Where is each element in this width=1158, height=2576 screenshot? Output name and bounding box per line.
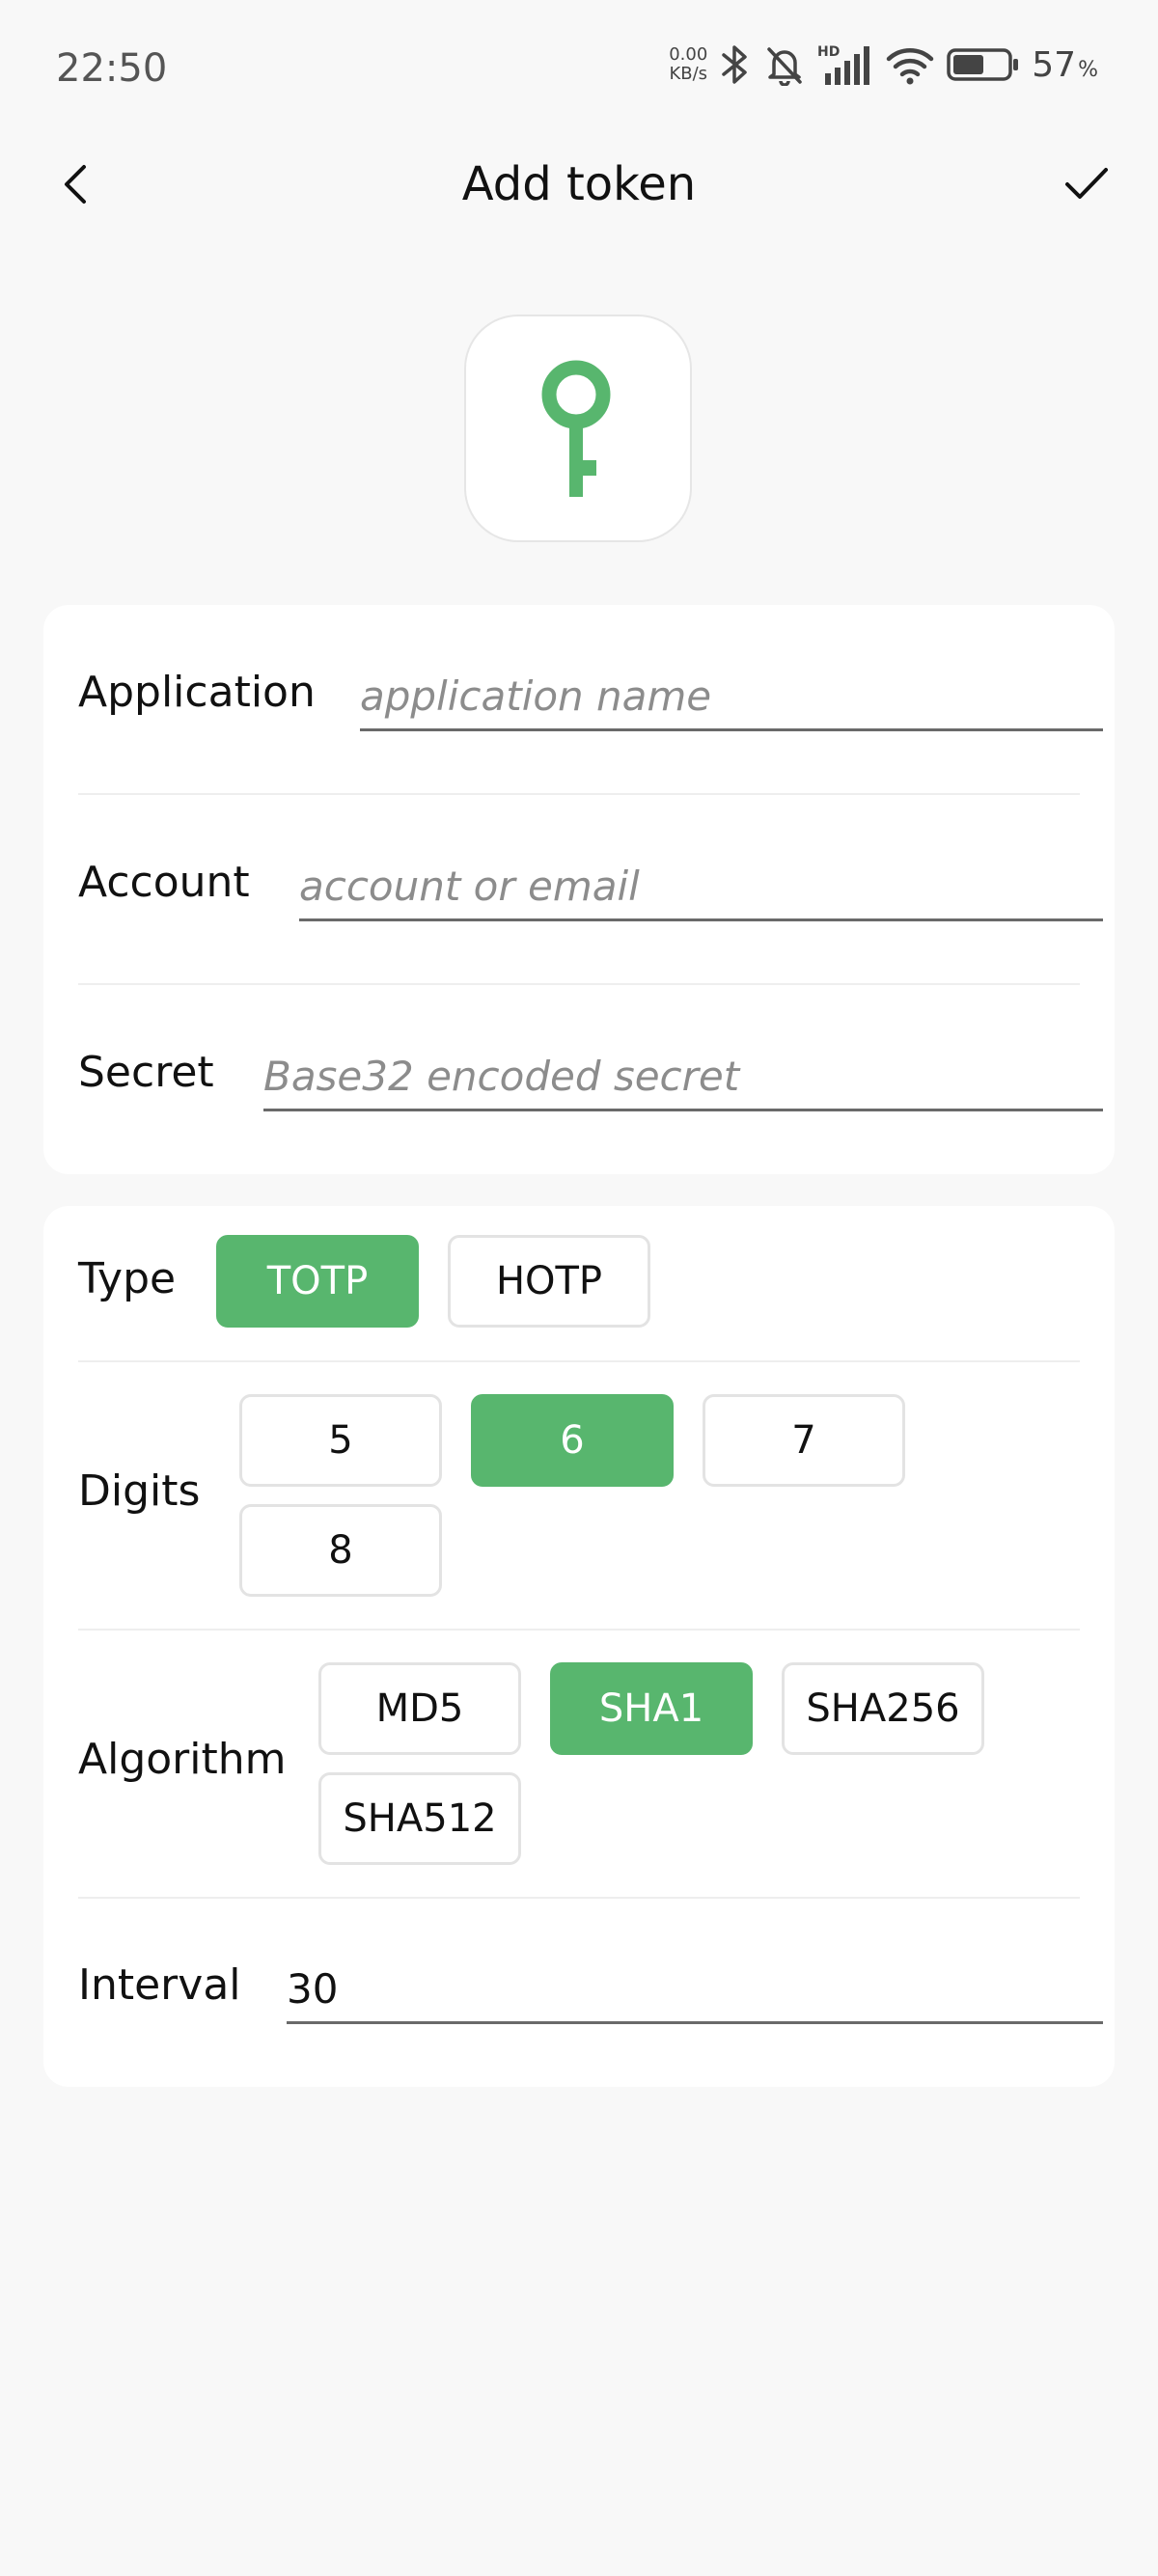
divider (78, 1897, 1080, 1899)
account-input[interactable] (299, 863, 1103, 921)
divider (78, 983, 1080, 985)
account-row: Account (78, 858, 1103, 935)
secret-label: Secret (78, 1048, 214, 1097)
digits-option-7[interactable]: 7 (703, 1394, 905, 1487)
status-icons: 0.00 KB/s HD 57 % (669, 42, 1098, 87)
algorithm-option-sha1[interactable]: SHA1 (550, 1662, 753, 1755)
divider (78, 1629, 1080, 1631)
application-label: Application (78, 668, 316, 717)
checkmark-icon (1065, 168, 1108, 199)
battery-icon (947, 42, 1020, 87)
type-row: Type TOTP HOTP (78, 1235, 1080, 1328)
algorithm-row: Algorithm MD5 SHA1 SHA256 SHA512 (78, 1662, 1080, 1865)
bluetooth-icon (719, 42, 752, 87)
token-info-card: Application Account Secret (43, 605, 1115, 1174)
type-option-totp[interactable]: TOTP (216, 1235, 419, 1328)
interval-row: Interval (78, 1960, 1103, 2038)
network-speed-value: 0.00 (669, 44, 708, 65)
divider (78, 793, 1080, 795)
network-speed-unit: KB/s (669, 64, 708, 84)
algorithm-label: Algorithm (78, 1735, 287, 1784)
digits-option-6[interactable]: 6 (471, 1394, 674, 1487)
battery-percentage: 57% (1032, 45, 1098, 85)
battery-percentage-sign: % (1078, 57, 1098, 82)
bell-muted-icon (763, 42, 806, 87)
network-speed: 0.00 KB/s (669, 45, 707, 84)
digits-option-8[interactable]: 8 (239, 1504, 442, 1597)
application-row: Application (78, 668, 1103, 745)
account-label: Account (78, 858, 250, 907)
wifi-icon (885, 42, 935, 87)
hd-badge: HD (817, 44, 840, 60)
algorithm-option-md5[interactable]: MD5 (318, 1662, 521, 1755)
cellular-signal-icon: HD (817, 42, 873, 87)
algorithm-option-sha256[interactable]: SHA256 (782, 1662, 984, 1755)
confirm-button[interactable] (1058, 155, 1116, 213)
page-title: Add token (461, 157, 697, 211)
token-options-card: Type TOTP HOTP Digits 5 6 7 8 Algorithm … (43, 1206, 1115, 2087)
battery-fill (953, 55, 984, 74)
battery-percentage-value: 57 (1032, 44, 1077, 85)
token-icon-button[interactable] (464, 315, 692, 542)
interval-label: Interval (78, 1960, 241, 2010)
algorithm-option-sha512[interactable]: SHA512 (318, 1772, 521, 1865)
secret-input[interactable] (263, 1054, 1103, 1111)
interval-input[interactable] (287, 1966, 1103, 2024)
digits-label: Digits (78, 1466, 201, 1516)
digits-option-5[interactable]: 5 (239, 1394, 442, 1487)
digits-row: Digits 5 6 7 8 (78, 1394, 1080, 1597)
secret-row: Secret (78, 1048, 1103, 1125)
app-header: Add token (0, 140, 1158, 227)
application-input[interactable] (360, 673, 1103, 731)
type-option-hotp[interactable]: HOTP (448, 1235, 650, 1328)
status-time: 22:50 (56, 46, 168, 91)
type-label: Type (78, 1254, 177, 1303)
status-bar: 22:50 0.00 KB/s HD 57 % (0, 0, 1158, 140)
key-icon (541, 360, 611, 497)
divider (78, 1360, 1080, 1362)
